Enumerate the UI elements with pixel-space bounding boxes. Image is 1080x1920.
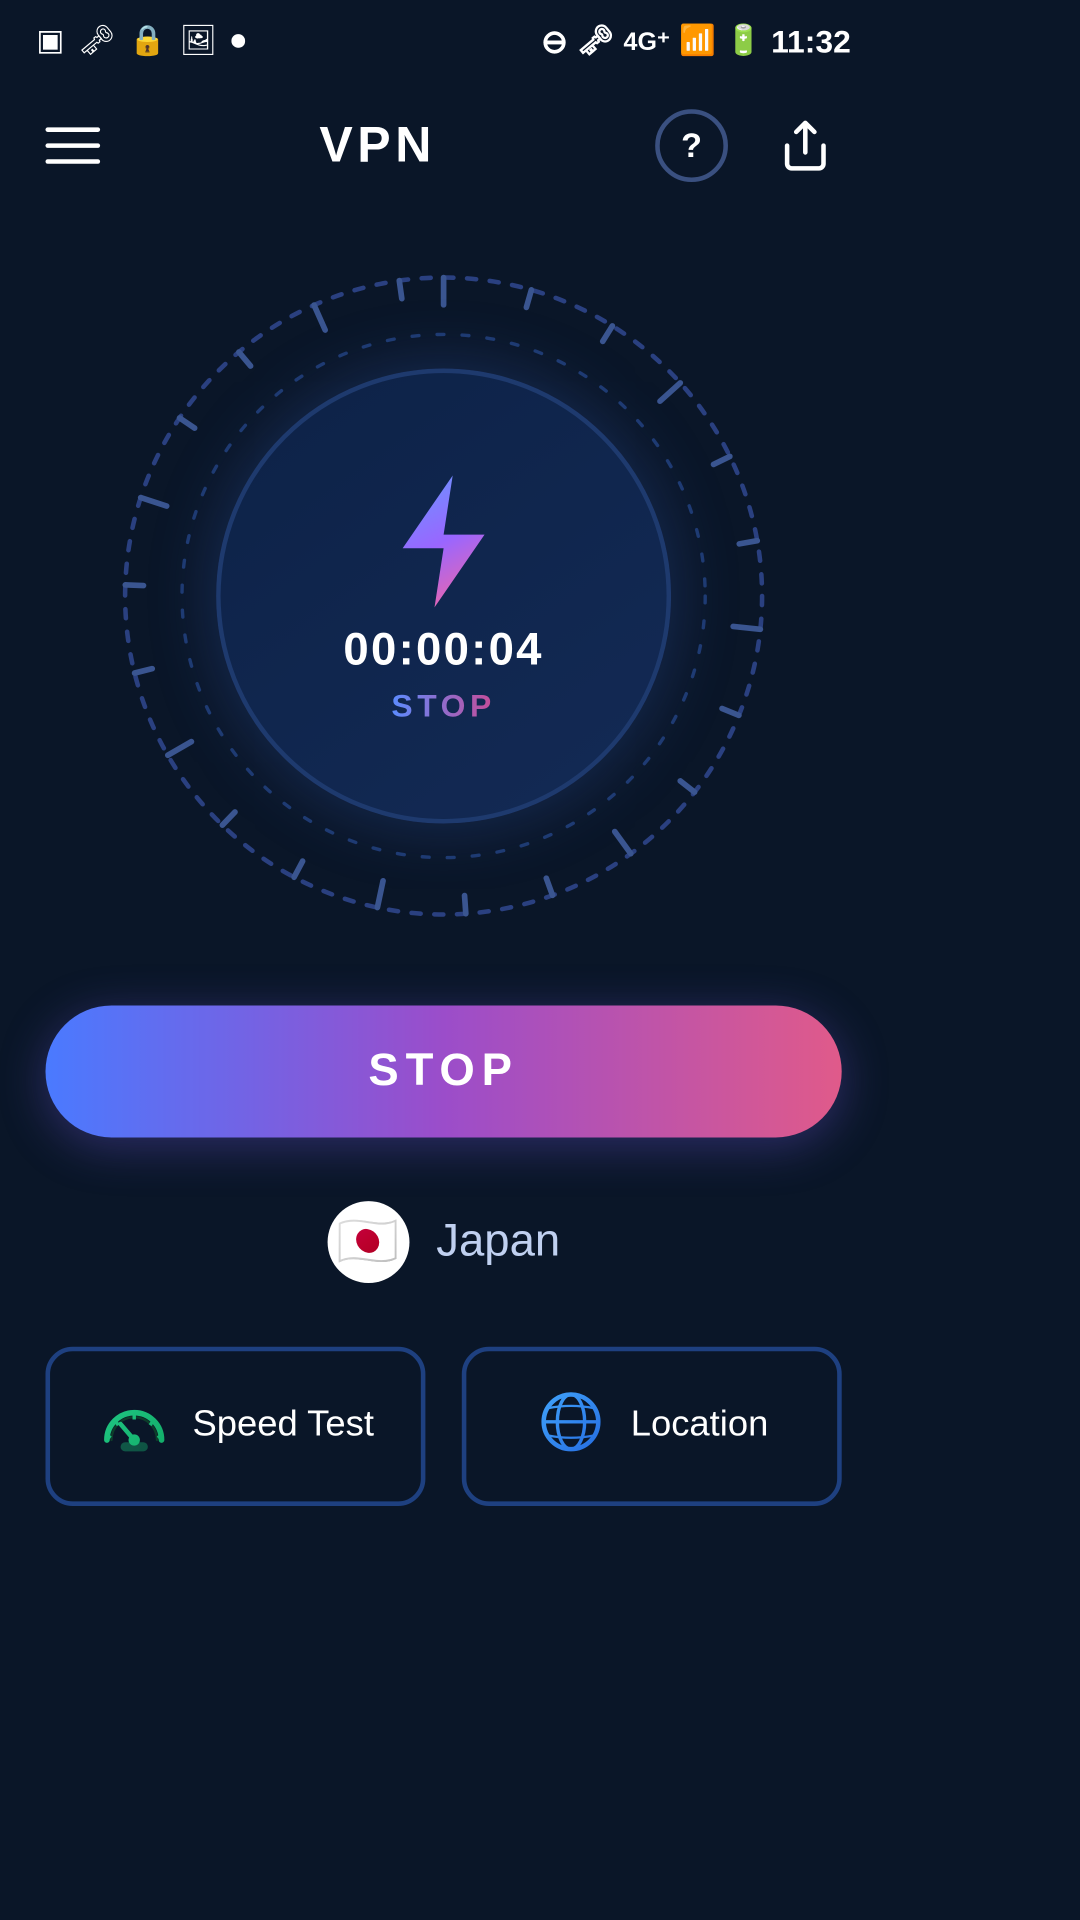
vpn-stop-label: STOP bbox=[391, 686, 495, 722]
help-button[interactable]: ? bbox=[655, 109, 728, 182]
signal-icon: 4G⁺ bbox=[624, 26, 671, 56]
app-header: VPN ? bbox=[0, 82, 887, 209]
key-status-icon: 🗝 bbox=[577, 23, 615, 59]
menu-button[interactable] bbox=[45, 127, 100, 163]
location-button[interactable]: Location bbox=[462, 1347, 842, 1506]
vpn-timer: 00:00:04 bbox=[343, 624, 543, 676]
main-content: 00:00:04 STOP STOP 🇯🇵 Japan bbox=[0, 209, 887, 1506]
vpn-circle-container[interactable]: 00:00:04 STOP bbox=[102, 255, 784, 937]
question-icon: ? bbox=[681, 126, 702, 165]
header-actions: ? bbox=[655, 109, 842, 182]
bottom-action-buttons: Speed Test bbox=[45, 1347, 841, 1506]
lock-icon: 🔒 bbox=[129, 23, 166, 59]
app-title: VPN bbox=[319, 116, 436, 175]
status-left-icons: ▣ 🗝 🔒 🖼 ⏺ bbox=[36, 23, 245, 59]
sim-icon: ▣ bbox=[36, 23, 64, 59]
status-right-icons: ⊖ 🗝 4G⁺ 📶 🔋 11:32 bbox=[541, 22, 851, 61]
status-bar: ▣ 🗝 🔒 🖼 ⏺ ⊖ 🗝 4G⁺ 📶 🔋 11:32 bbox=[0, 0, 887, 82]
time-display: 11:32 bbox=[771, 23, 851, 59]
country-flag: 🇯🇵 bbox=[327, 1201, 409, 1283]
minus-icon: ⊖ bbox=[541, 22, 568, 61]
country-name: Japan bbox=[436, 1216, 560, 1268]
location-label: Location bbox=[631, 1406, 769, 1447]
flag-emoji: 🇯🇵 bbox=[337, 1213, 399, 1272]
speedometer-icon bbox=[97, 1389, 170, 1464]
stop-button[interactable]: STOP bbox=[45, 1005, 841, 1137]
globe-icon bbox=[535, 1384, 608, 1468]
signal-bars-icon: 📶 bbox=[679, 23, 716, 59]
circle-icon: ⏺ bbox=[231, 23, 246, 59]
selected-country: 🇯🇵 Japan bbox=[327, 1201, 560, 1283]
vpn-toggle-button[interactable]: 00:00:04 STOP bbox=[216, 369, 671, 824]
speed-test-button[interactable]: Speed Test bbox=[45, 1347, 425, 1506]
share-icon bbox=[778, 118, 833, 173]
image-icon: 🖼 bbox=[180, 23, 218, 59]
key-icon: 🗝 bbox=[78, 23, 116, 59]
speed-test-label: Speed Test bbox=[192, 1406, 373, 1447]
battery-icon: 🔋 bbox=[725, 23, 762, 59]
lightning-bolt-icon bbox=[384, 470, 502, 611]
share-button[interactable] bbox=[769, 109, 842, 182]
